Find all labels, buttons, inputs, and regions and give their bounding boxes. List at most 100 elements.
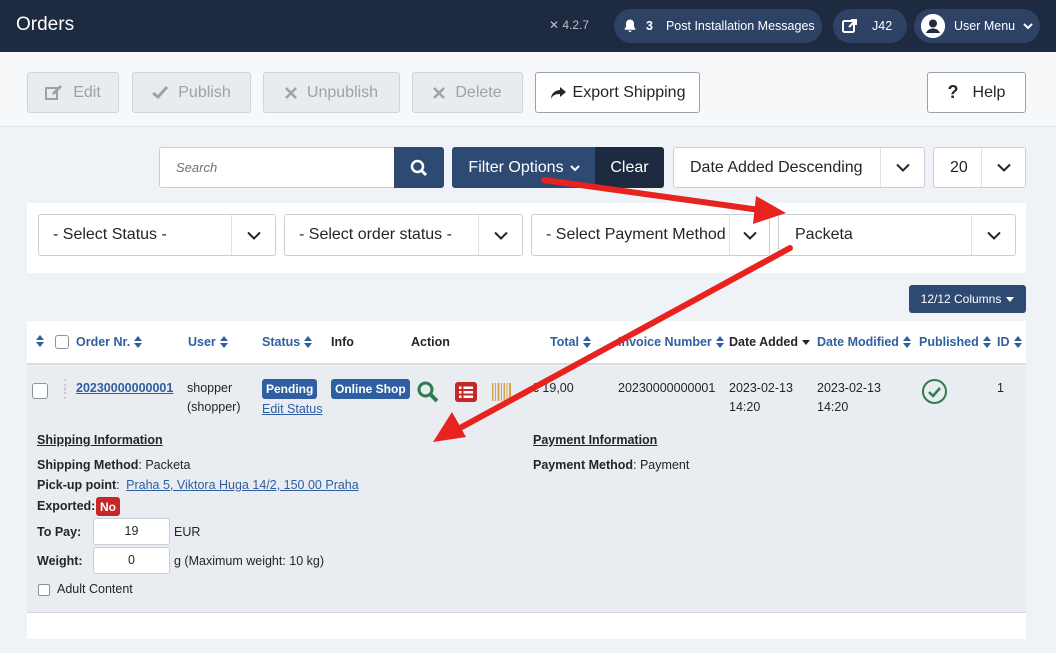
publish-label: Publish (178, 83, 231, 101)
help-button[interactable]: ? Help (927, 72, 1026, 113)
edit-status-link[interactable]: Edit Status (262, 400, 322, 419)
column-published[interactable]: Published (919, 335, 991, 349)
ordering-sort-icon[interactable] (36, 335, 44, 347)
pickup-point-line: Pick-up point: Praha 5, Viktora Huga 14/… (37, 476, 359, 495)
search-icon (410, 159, 428, 177)
payment-method-select-value: - Select Payment Method - (546, 226, 725, 243)
column-date-modified[interactable]: Date Modified (817, 335, 911, 349)
notification-count: 3 (646, 19, 653, 33)
search-field-wrapper (159, 147, 395, 188)
limit-select-value: 20 (950, 158, 968, 176)
order-number-link[interactable]: 20230000000001 (76, 379, 173, 398)
order-list-icon[interactable] (455, 382, 477, 408)
weight-label: Weight: (37, 554, 83, 568)
app-header: Orders ✕ 4.2.7 3 Post Installation Messa… (0, 0, 1056, 52)
column-date-modified-label: Date Modified (817, 335, 899, 349)
column-id-label: ID (997, 335, 1010, 349)
sort-icon (304, 336, 313, 348)
limit-select[interactable]: 20 (933, 147, 1026, 188)
chevron-down-icon (1023, 22, 1033, 30)
column-user[interactable]: User (188, 335, 228, 349)
delete-button[interactable]: Delete (412, 72, 523, 113)
payment-method-value: : Payment (633, 458, 690, 472)
to-pay-input[interactable]: 19 (93, 518, 170, 545)
chevron-down-icon (478, 215, 522, 255)
search-input[interactable] (160, 148, 394, 187)
column-published-label: Published (919, 335, 979, 349)
filter-options-button[interactable]: Filter Options (452, 147, 596, 188)
column-order-nr[interactable]: Order Nr. (76, 335, 143, 349)
select-all-checkbox[interactable] (55, 335, 69, 349)
unpublish-label: Unpublish (306, 83, 379, 101)
publish-button[interactable]: Publish (132, 72, 251, 113)
edit-icon (45, 84, 63, 101)
version-label: ✕ 4.2.7 (549, 18, 589, 32)
sort-icon (582, 336, 591, 348)
user-menu-button[interactable]: User Menu (914, 9, 1040, 43)
barcode-icon[interactable] (491, 381, 513, 409)
column-status[interactable]: Status (262, 335, 313, 349)
site-button[interactable]: J42 (833, 9, 907, 43)
shipping-method-label: Shipping Method (37, 458, 139, 472)
chevron-down-icon (569, 164, 580, 172)
times-icon (285, 86, 297, 99)
bell-icon (622, 18, 638, 34)
chevron-down-icon (971, 215, 1015, 255)
payment-info-heading: Payment Information (533, 433, 658, 447)
row-checkbox[interactable] (32, 383, 48, 399)
column-date-added[interactable]: Date Added (729, 335, 810, 349)
column-total[interactable]: Total (550, 335, 591, 349)
export-shipping-button[interactable]: Export Shipping (535, 72, 700, 113)
to-pay-label: To Pay: (37, 525, 82, 539)
edit-button[interactable]: Edit (27, 72, 119, 113)
sort-select[interactable]: Date Added Descending (673, 147, 925, 188)
user-icon (921, 14, 945, 38)
adult-content-checkbox[interactable] (38, 584, 50, 596)
column-action-label: Action (411, 335, 450, 349)
unpublish-button[interactable]: Unpublish (263, 72, 400, 113)
sort-icon (1013, 336, 1022, 348)
status-select[interactable]: - Select Status - (38, 214, 276, 256)
delete-label: Delete (455, 83, 502, 101)
sort-icon (902, 336, 911, 348)
status-select-value: - Select Status - (53, 226, 167, 243)
clear-button[interactable]: Clear (595, 147, 664, 188)
help-label: Help (972, 83, 1006, 101)
shipping-info-heading: Shipping Information (37, 433, 163, 447)
joomla-icon: ✕ (549, 18, 563, 32)
toolbar: Edit Publish Unpublish Delete Export Shi… (0, 52, 1056, 127)
exported-label: Exported: (37, 499, 96, 513)
view-order-icon[interactable] (416, 380, 440, 410)
column-action: Action (411, 335, 450, 349)
payment-method-select[interactable]: - Select Payment Method - (531, 214, 770, 256)
columns-button[interactable]: 12/12 Columns (909, 285, 1026, 313)
table-header: Order Nr. User Status Info Action Total … (27, 321, 1026, 365)
shipping-method-select[interactable]: Packeta (778, 214, 1016, 256)
search-button[interactable] (394, 147, 444, 188)
table-row: ⋮ ⋮ 20230000000001 shopper (shopper) Pend… (27, 366, 1026, 612)
column-invoice-number[interactable]: Invoice Number (618, 335, 724, 349)
post-installation-label: Post Installation Messages (665, 19, 815, 33)
pickup-point-link[interactable]: Praha 5, Viktora Huga 14/2, 150 00 Praha (126, 478, 359, 492)
adult-content-label: Adult Content (57, 582, 133, 596)
times-icon (433, 86, 446, 99)
column-user-label: User (188, 335, 216, 349)
shipping-method-select-value: Packeta (795, 226, 853, 243)
column-order-nr-label: Order Nr. (76, 335, 131, 349)
payment-method-label: Payment Method (533, 458, 634, 472)
status-badge: Pending (262, 379, 318, 399)
weight-input[interactable]: 0 (93, 547, 170, 574)
order-status-select-value: - Select order status - (299, 226, 452, 243)
drag-handle-icon[interactable]: ⋮ ⋮ (58, 377, 72, 399)
user-name: shopper (187, 381, 233, 395)
site-label: J42 (872, 19, 893, 33)
order-status-select[interactable]: - Select order status - (284, 214, 523, 256)
sort-icon (134, 336, 143, 348)
date-modified-time: 14:20 (817, 400, 849, 414)
column-id[interactable]: ID (997, 335, 1022, 349)
sort-icon (982, 336, 991, 348)
external-link-icon (841, 17, 859, 35)
published-check-icon[interactable] (921, 378, 948, 411)
post-installation-messages-button[interactable]: 3 Post Installation Messages (614, 9, 822, 43)
date-modified-date: 2023-02-13 (817, 381, 881, 395)
